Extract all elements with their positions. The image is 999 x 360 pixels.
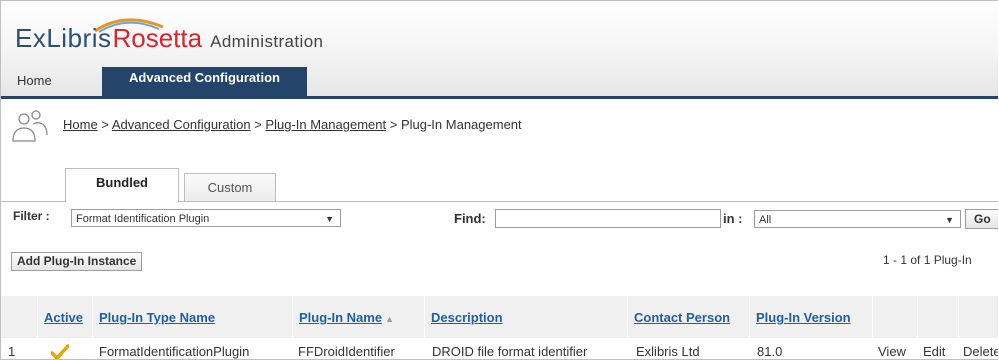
subtab-bar: Bundled Custom — [1, 161, 998, 202]
brand-rosetta: Rosetta — [112, 23, 203, 53]
checkmark-icon — [51, 344, 69, 359]
users-icon — [12, 110, 48, 142]
chevron-down-icon: ▼ — [325, 214, 334, 224]
add-plugin-instance-button[interactable]: Add Plug-In Instance — [11, 252, 143, 271]
find-input[interactable] — [495, 209, 721, 228]
column-header-contact-person[interactable]: Contact Person — [628, 296, 750, 338]
results-count: 1 - 1 of 1 Plug-In — [883, 253, 972, 267]
row-plugin-name: FFDroidIdentifier — [298, 344, 395, 359]
breadcrumb-current: Plug-In Management — [400, 117, 522, 132]
breadcrumb-separator: > — [389, 117, 398, 132]
view-link[interactable]: View — [878, 344, 906, 359]
column-header-plugin-name[interactable]: Plug-In Name ▲ — [293, 296, 425, 338]
brand-exlibris: ExLibris — [15, 23, 112, 53]
breadcrumb-advanced-configuration[interactable]: Advanced Configuration — [112, 117, 251, 132]
in-select-value: All — [759, 214, 772, 226]
chevron-down-icon: ▼ — [945, 215, 954, 225]
breadcrumb-separator: > — [101, 117, 109, 132]
find-label: Find: — [454, 211, 486, 226]
column-header-edit — [918, 296, 959, 338]
tab-advanced-configuration[interactable]: Advanced Configuration — [102, 67, 307, 96]
go-button[interactable]: Go — [965, 209, 998, 229]
row-description: DROID file format identifier — [432, 344, 588, 359]
breadcrumb: Home > Advanced Configuration > Plug-In … — [63, 117, 522, 132]
column-header-index — [1, 296, 38, 338]
brand-admin: Administration — [210, 32, 324, 51]
tab-home[interactable]: Home — [17, 73, 52, 88]
logo: ExLibrisRosetta Administration — [15, 23, 323, 54]
breadcrumb-separator: > — [254, 117, 262, 132]
column-header-version[interactable]: Plug-In Version — [750, 296, 873, 338]
column-header-active[interactable]: Active — [38, 296, 93, 338]
delete-link[interactable]: Delete — [963, 344, 998, 359]
filter-label: Filter : — [13, 209, 50, 223]
row-version: 81.0 — [757, 344, 783, 359]
tab-custom[interactable]: Custom — [184, 173, 276, 201]
row-contact: Exlibris Ltd — [636, 344, 700, 359]
breadcrumb-plugin-management[interactable]: Plug-In Management — [265, 117, 386, 132]
column-header-description[interactable]: Description — [425, 296, 628, 338]
column-header-type-name[interactable]: Plug-In Type Name — [93, 296, 293, 338]
column-header-plugin-name-label: Plug-In Name — [299, 310, 383, 325]
filter-row: Filter : Format Identification Plugin ▼ … — [1, 205, 998, 235]
main-tabs: Home Advanced Configuration — [1, 65, 998, 96]
breadcrumb-bar: Home > Advanced Configuration > Plug-In … — [1, 99, 998, 151]
app-window: ExLibrisRosetta Administration Home Advan… — [0, 0, 998, 360]
breadcrumb-home[interactable]: Home — [63, 117, 98, 132]
row-index: 1 — [8, 344, 16, 359]
column-header-view — [873, 296, 918, 338]
filter-select-value: Format Identification Plugin — [76, 213, 210, 225]
column-header-delete — [959, 296, 998, 338]
header: ExLibrisRosetta Administration Home Advan… — [1, 1, 998, 96]
row-type-name: FormatIdentificationPlugin — [99, 344, 250, 359]
in-label: in : — [723, 211, 743, 226]
filter-select[interactable]: Format Identification Plugin ▼ — [71, 209, 341, 227]
sort-ascending-icon: ▲ — [385, 314, 394, 324]
tab-bundled[interactable]: Bundled — [65, 168, 179, 202]
edit-link[interactable]: Edit — [923, 344, 945, 359]
in-select[interactable]: All ▼ — [754, 210, 961, 228]
